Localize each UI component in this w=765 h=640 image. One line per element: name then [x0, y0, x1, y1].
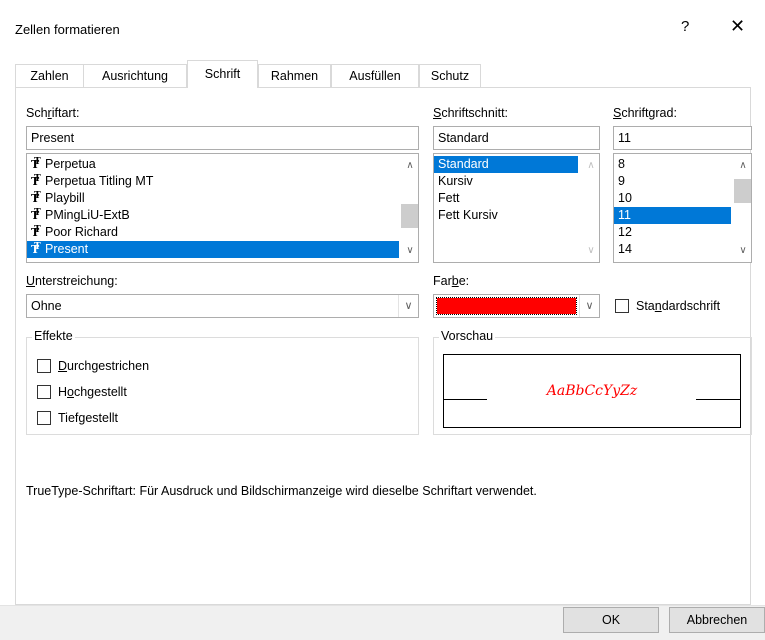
tab-label: Ausrichtung	[101, 69, 168, 83]
superscript-label: Hochgestellt	[58, 385, 127, 399]
font-input[interactable]: Present	[26, 126, 419, 150]
color-select[interactable]: ∨	[433, 294, 600, 318]
tab-label: Schutz	[430, 69, 470, 83]
tab-label: Ausfüllen	[349, 69, 401, 83]
preview-box: AaBbCcYyZz	[443, 354, 741, 428]
list-item[interactable]: TPMingLiU-ExtB	[27, 205, 399, 224]
superscript-checkbox[interactable]	[37, 385, 51, 399]
list-item[interactable]: Kursiv	[434, 173, 599, 190]
close-button[interactable]: ✕	[730, 16, 745, 37]
chevron-down-icon[interactable]: ∨	[579, 295, 599, 317]
style-list[interactable]: Standard Kursiv Fett Fett Kursiv ∧ ∨	[433, 153, 600, 263]
size-input[interactable]: 11	[613, 126, 752, 150]
tab-label: Schrift	[204, 67, 241, 81]
list-item[interactable]: 10	[614, 190, 731, 207]
ok-button[interactable]: OK	[563, 607, 659, 633]
tab-schrift[interactable]: Schrift	[187, 60, 258, 88]
standard-font-label: Standardschrift	[636, 299, 721, 313]
tab-label: Rahmen	[270, 69, 319, 83]
scroll-down-icon[interactable]: ∨	[583, 243, 599, 259]
tab-schutz[interactable]: Schutz	[419, 64, 481, 88]
list-item[interactable]: 14	[614, 241, 731, 258]
font-info-text: TrueType-Schriftart: Für Ausdruck und Bi…	[26, 484, 537, 498]
tab-zahlen[interactable]: Zahlen	[15, 64, 84, 88]
list-item-selected[interactable]: Standard	[434, 156, 578, 173]
scroll-down-icon[interactable]: ∨	[402, 243, 418, 259]
size-list-scrollbar[interactable]: ∧ ∨	[734, 154, 751, 262]
list-item[interactable]: TPerpetua	[27, 154, 399, 173]
font-list[interactable]: TPerpetua TPerpetua Titling MT TPlaybill…	[26, 153, 419, 263]
style-list-scrollbar[interactable]: ∧ ∨	[583, 154, 599, 262]
list-item-selected[interactable]: TPresent	[27, 239, 399, 258]
list-item[interactable]: 9	[614, 173, 731, 190]
help-button[interactable]: ?	[681, 18, 689, 35]
scroll-thumb[interactable]	[734, 179, 751, 203]
underline-label: Unterstreichung:	[26, 274, 118, 288]
preview-baseline-left	[444, 399, 487, 400]
list-item[interactable]: 8	[614, 156, 731, 173]
style-label: Schriftschnitt:	[433, 106, 509, 120]
active-tab-joiner	[188, 86, 257, 89]
scroll-thumb[interactable]	[401, 204, 418, 228]
size-label: Schriftgrad:	[613, 106, 677, 120]
tab-ausfuellen[interactable]: Ausfüllen	[331, 64, 419, 88]
scroll-up-icon[interactable]: ∧	[402, 158, 418, 174]
underline-value: Ohne	[31, 299, 62, 313]
dialog-title: Zellen formatieren	[15, 22, 120, 37]
list-item[interactable]: TPlaybill	[27, 188, 399, 207]
list-item[interactable]: Fett Kursiv	[434, 207, 599, 224]
list-item[interactable]: 12	[614, 224, 731, 241]
tab-label: Zahlen	[30, 69, 69, 83]
truetype-icon: T	[31, 239, 43, 258]
scroll-up-icon[interactable]: ∧	[583, 158, 599, 174]
standard-font-checkbox[interactable]	[615, 299, 629, 313]
color-label: Farbe:	[433, 274, 470, 288]
preview-sample: AaBbCcYyZz	[546, 383, 638, 399]
underline-select[interactable]: Ohne ∨	[26, 294, 419, 318]
preview-title: Vorschau	[439, 329, 496, 343]
cancel-button[interactable]: Abbrechen	[669, 607, 765, 633]
strikethrough-checkbox[interactable]	[37, 359, 51, 373]
style-input[interactable]: Standard	[433, 126, 600, 150]
subscript-label: Tiefgestellt	[58, 411, 118, 425]
tab-ausrichtung[interactable]: Ausrichtung	[83, 64, 187, 88]
preview-baseline-right	[696, 399, 740, 400]
font-label: Schriftart:	[26, 106, 80, 120]
scroll-up-icon[interactable]: ∧	[735, 158, 751, 174]
scroll-down-icon[interactable]: ∨	[735, 243, 751, 259]
subscript-checkbox[interactable]	[37, 411, 51, 425]
list-item[interactable]: Fett	[434, 190, 599, 207]
tab-rahmen[interactable]: Rahmen	[258, 64, 331, 88]
strikethrough-label: Durchgestrichen	[58, 359, 150, 373]
size-list[interactable]: 8 9 10 11 12 14 ∧ ∨	[613, 153, 752, 263]
list-item[interactable]: TPerpetua Titling MT	[27, 171, 399, 190]
effects-title: Effekte	[32, 329, 75, 343]
color-swatch	[436, 297, 577, 315]
list-item[interactable]: TPoor Richard	[27, 222, 399, 241]
list-item-selected[interactable]: 11	[614, 207, 731, 224]
font-list-scrollbar[interactable]: ∧ ∨	[401, 154, 418, 262]
chevron-down-icon[interactable]: ∨	[398, 295, 418, 317]
